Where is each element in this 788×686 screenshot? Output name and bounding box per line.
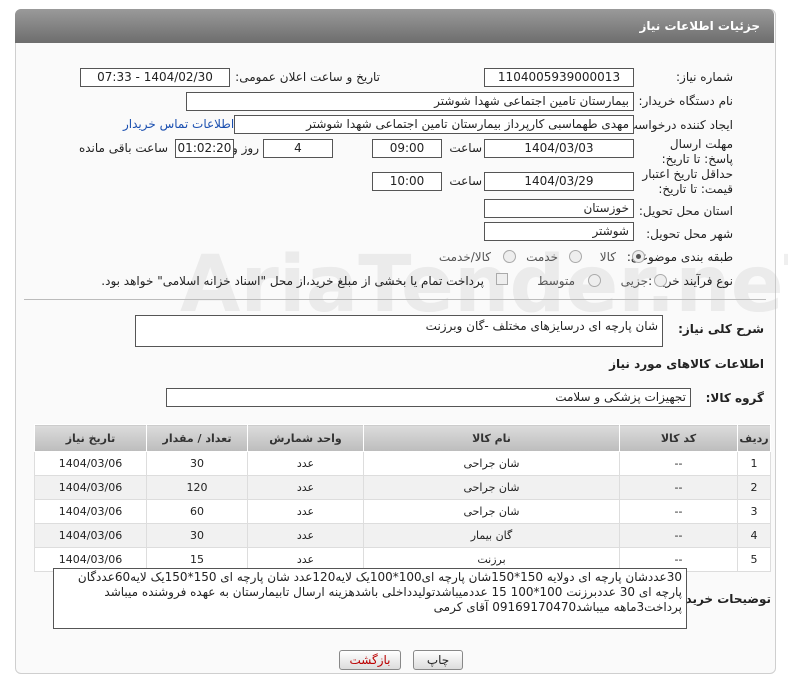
city-label: شهر محل تحویل: xyxy=(646,227,733,241)
category-goods-radio[interactable] xyxy=(632,250,645,263)
back-button[interactable]: بازگشت xyxy=(339,650,401,670)
category-service-label: خدمت xyxy=(526,250,558,264)
goods-group-field: تجهیزات پزشکی و سلامت xyxy=(166,388,691,407)
cell-qty: 30 xyxy=(146,451,248,476)
process-minor-label: جزیی xyxy=(620,274,648,288)
treasury-payment-label: پرداخت تمام یا بخشی از مبلغ خرید،از محل … xyxy=(101,274,484,288)
goods-table: ردیف کد کالا نام کالا واحد شمارش تعداد /… xyxy=(34,424,771,572)
category-goods-service-radio[interactable] xyxy=(503,250,516,263)
days-remaining-field: 4 xyxy=(263,139,333,158)
category-goods-service-label: کالا/خدمت xyxy=(438,250,491,264)
table-header-row: ردیف کد کالا نام کالا واحد شمارش تعداد /… xyxy=(34,424,771,452)
time-remaining-field: 01:02:20 xyxy=(175,139,234,158)
process-medium-label: متوسط xyxy=(537,274,575,288)
creator-field: مهدی طهماسبی کارپرداز بیمارستان تامین اج… xyxy=(234,115,634,134)
cell-code: -- xyxy=(619,475,738,500)
creator-label: ایجاد کننده درخواست: xyxy=(622,118,733,132)
deadline-time-field: 09:00 xyxy=(372,139,442,158)
col-header-row-number: ردیف xyxy=(737,424,771,452)
cell-date: 1404/03/06 xyxy=(34,523,147,548)
category-service-radio[interactable] xyxy=(569,250,582,263)
time-remaining-label: ساعت باقی مانده xyxy=(78,141,168,155)
announce-field: 1404/02/30 - 07:33 xyxy=(80,68,230,87)
cell-code: -- xyxy=(619,523,738,548)
cell-unit: عدد xyxy=(247,451,364,476)
table-row: 3 -- شان جراحی عدد 60 1404/03/06 xyxy=(34,499,771,524)
province-field: خوزستان xyxy=(484,199,634,218)
col-header-unit: واحد شمارش xyxy=(247,424,364,452)
deadline-label: مهلت ارسال پاسخ: تا تاریخ: xyxy=(661,137,733,166)
buyer-contact-link[interactable]: اطلاعات تماس خریدار xyxy=(123,117,234,131)
need-number-label: شماره نیاز: xyxy=(676,70,733,84)
need-number-field: 1104005939000013 xyxy=(484,68,634,87)
divider xyxy=(24,299,766,300)
table-row: 4 -- گان بیمار عدد 30 1404/03/06 xyxy=(34,523,771,548)
cell-row-number: 5 xyxy=(737,547,771,572)
treasury-payment-checkbox[interactable] xyxy=(496,273,508,285)
buyer-field: بیمارستان تامین اجتماعی شهدا شوشتر xyxy=(186,92,634,111)
cell-name: گان بیمار xyxy=(363,523,620,548)
cell-name: شان جراحی xyxy=(363,499,620,524)
cell-name: شان جراحی xyxy=(363,475,620,500)
process-minor-radio[interactable] xyxy=(654,274,667,287)
validity-label: حداقل تاریخ اعتبار قیمت: تا تاریخ: xyxy=(642,167,733,196)
cell-code: -- xyxy=(619,451,738,476)
cell-unit: عدد xyxy=(247,475,364,500)
cell-row-number: 4 xyxy=(737,523,771,548)
goods-group-label: گروه کالا: xyxy=(705,391,764,405)
validity-time-label: ساعت xyxy=(449,174,482,188)
col-header-code: کد کالا xyxy=(619,424,738,452)
cell-row-number: 3 xyxy=(737,499,771,524)
table-row: 2 -- شان جراحی عدد 120 1404/03/06 xyxy=(34,475,771,500)
cell-date: 1404/03/06 xyxy=(34,499,147,524)
print-button[interactable]: چاپ xyxy=(413,650,463,670)
process-medium-radio[interactable] xyxy=(588,274,601,287)
category-goods-label: کالا xyxy=(599,250,616,264)
goods-info-title: اطلاعات کالاهای مورد نیاز xyxy=(609,357,764,371)
validity-time-field: 10:00 xyxy=(372,172,442,191)
page-title: جزئیات اطلاعات نیاز xyxy=(639,19,760,33)
cell-row-number: 2 xyxy=(737,475,771,500)
cell-qty: 60 xyxy=(146,499,248,524)
cell-unit: عدد xyxy=(247,499,364,524)
col-header-qty: تعداد / مقدار xyxy=(146,424,248,452)
deadline-time-label: ساعت xyxy=(449,141,482,155)
table-row: 1 -- شان جراحی عدد 30 1404/03/06 xyxy=(34,451,771,476)
summary-field: شان پارچه ای درسایزهای مختلف -گان وبرزنت xyxy=(135,315,663,347)
cell-unit: عدد xyxy=(247,523,364,548)
cell-date: 1404/03/06 xyxy=(34,475,147,500)
days-label: روز و xyxy=(232,141,259,155)
announce-label: تاریخ و ساعت اعلان عمومی: xyxy=(235,70,380,84)
summary-label: شرح کلی نیاز: xyxy=(678,322,764,336)
buyer-notes-field: 30عددشان پارچه ای دولایه 150*150شان پارچ… xyxy=(53,568,687,629)
col-header-date: تاریخ نیاز xyxy=(34,424,147,452)
cell-name: شان جراحی xyxy=(363,451,620,476)
deadline-date-field: 1404/03/03 xyxy=(484,139,634,158)
cell-qty: 30 xyxy=(146,523,248,548)
cell-qty: 120 xyxy=(146,475,248,500)
validity-date-field: 1404/03/29 xyxy=(484,172,634,191)
city-field: شوشتر xyxy=(484,222,634,241)
cell-date: 1404/03/06 xyxy=(34,451,147,476)
buyer-label: نام دستگاه خریدار: xyxy=(638,94,734,108)
cell-row-number: 1 xyxy=(737,451,771,476)
cell-code: -- xyxy=(619,499,738,524)
province-label: استان محل تحویل: xyxy=(638,204,733,218)
col-header-name: نام کالا xyxy=(363,424,620,452)
panel-header: جزئیات اطلاعات نیاز xyxy=(15,9,774,43)
